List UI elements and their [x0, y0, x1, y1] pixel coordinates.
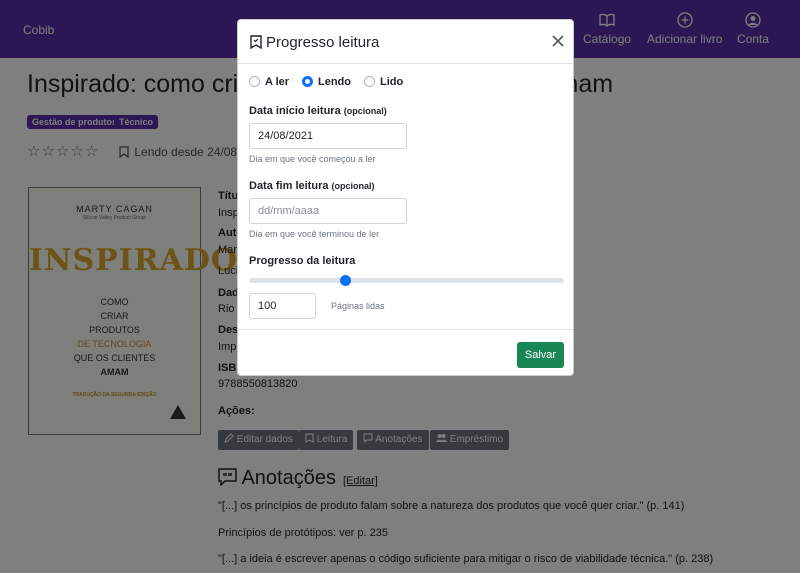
radio-lido[interactable]: Lido: [364, 76, 403, 88]
end-date-label-text: Data fim leitura: [249, 180, 329, 192]
start-date-label: Data início leitura (opcional): [249, 105, 387, 117]
radio-circle[interactable]: [364, 76, 375, 87]
start-date-label-text: Data início leitura: [249, 105, 341, 117]
progress-slider-thumb[interactable]: [340, 275, 352, 286]
radio-lendo[interactable]: Lendo: [302, 76, 351, 88]
radio-circle-checked[interactable]: [302, 76, 313, 87]
close-icon[interactable]: [551, 34, 565, 48]
optional-text: (opcional): [331, 181, 375, 191]
radio-a-ler[interactable]: A ler: [249, 76, 289, 88]
start-date-help: Dia em que você começou a ler: [249, 154, 376, 164]
save-button[interactable]: Salvar: [517, 342, 564, 368]
radio-label: Lido: [380, 76, 404, 88]
radio-circle[interactable]: [249, 76, 260, 87]
reading-progress-modal: Progresso leitura A ler Lendo Lido Data …: [237, 19, 574, 376]
modal-title: Progresso leitura: [266, 34, 380, 51]
modal-footer: Salvar: [238, 329, 573, 377]
radio-label: A ler: [265, 76, 290, 88]
progress-label: Progresso da leitura: [249, 255, 356, 267]
optional-text: (opcional): [343, 106, 387, 116]
end-date-input[interactable]: dd/mm/aaaa: [249, 198, 407, 224]
modal-header: Progresso leitura: [238, 20, 573, 64]
progress-slider-track[interactable]: [249, 278, 564, 283]
end-date-help: Dia em que você terminou de ler: [249, 229, 380, 239]
bookmark-icon: [250, 35, 262, 49]
radio-label: Lendo: [318, 76, 351, 88]
pages-read-label: Páginas lidas: [331, 301, 385, 311]
pages-read-input[interactable]: 100: [249, 293, 316, 319]
start-date-input[interactable]: 24/08/2021: [249, 123, 407, 149]
end-date-label: Data fim leitura (opcional): [249, 180, 375, 192]
